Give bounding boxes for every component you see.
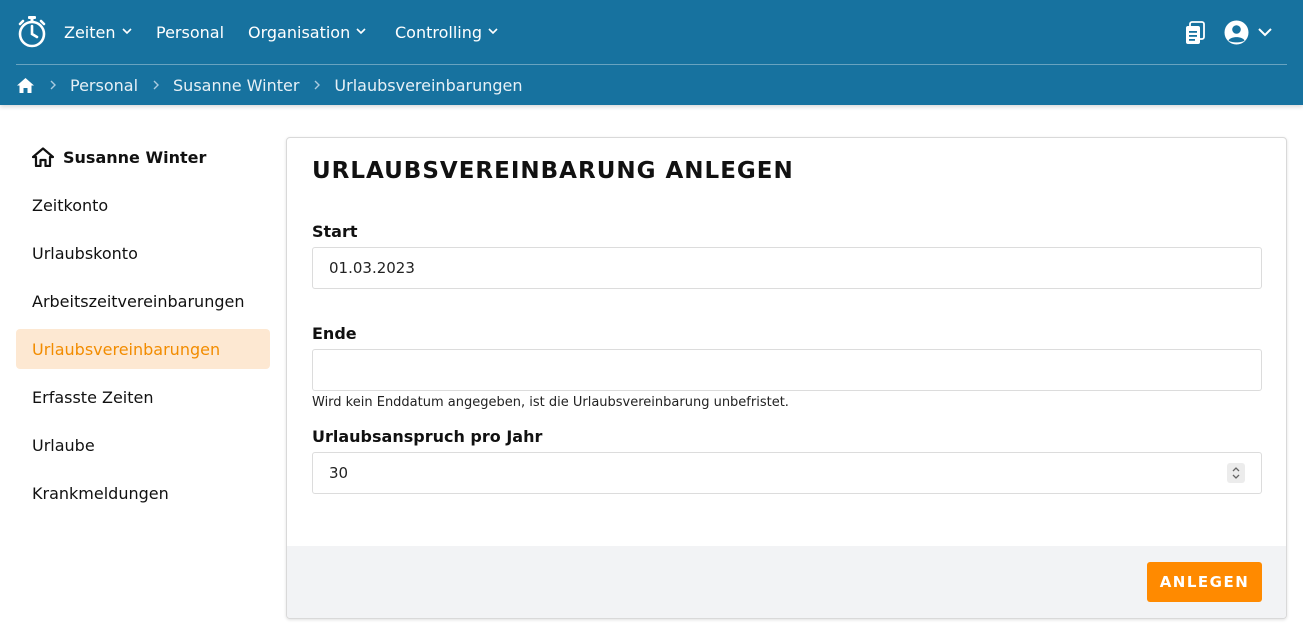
breadcrumb-current[interactable]: Urlaubsvereinbarungen	[334, 76, 522, 95]
header-divider	[16, 64, 1287, 65]
sidebar-person-header[interactable]: Susanne Winter	[32, 147, 206, 167]
ende-label: Ende	[312, 324, 357, 343]
top-header: Zeiten Personal Organisation Controlling	[0, 0, 1303, 105]
breadcrumb-person[interactable]: Susanne Winter	[173, 76, 299, 95]
anlegen-button[interactable]: ANLEGEN	[1147, 562, 1262, 602]
main-nav: Zeiten Personal Organisation Controlling	[0, 0, 1303, 64]
sidebar-person-name: Susanne Winter	[63, 147, 207, 167]
nav-zeiten[interactable]: Zeiten	[64, 21, 132, 43]
nav-organisation[interactable]: Organisation	[248, 21, 366, 43]
start-date-input[interactable]	[312, 247, 1262, 289]
nav-personal-label: Personal	[156, 22, 225, 42]
user-circle-icon	[1224, 20, 1249, 44]
breadcrumb: Personal Susanne Winter Urlaubsvereinbar…	[16, 74, 523, 96]
chevron-down-icon	[356, 27, 366, 34]
breadcrumb-personal[interactable]: Personal	[70, 76, 138, 95]
chevron-down-icon	[1258, 28, 1272, 37]
nav-controlling[interactable]: Controlling	[395, 21, 498, 43]
sidebar-item-krankmeldungen[interactable]: Krankmeldungen	[16, 473, 270, 513]
page-title: URLAUBSVEREINBARUNG ANLEGEN	[312, 158, 794, 184]
home-icon[interactable]	[16, 77, 35, 94]
sidebar-item-zeitkonto[interactable]: Zeitkonto	[16, 185, 270, 225]
sidebar-item-erfasste-zeiten[interactable]: Erfasste Zeiten	[16, 377, 270, 417]
sidebar-item-urlaubskonto[interactable]: Urlaubskonto	[16, 233, 270, 273]
sidebar-item-urlaube[interactable]: Urlaube	[16, 425, 270, 465]
user-menu-button[interactable]	[1224, 19, 1273, 45]
urlaubsanspruch-input[interactable]	[312, 452, 1262, 494]
chevron-right-icon	[314, 80, 321, 90]
clipboard-icon[interactable]	[1184, 21, 1206, 45]
sidebar-item-urlaubsvereinbarungen[interactable]: Urlaubsvereinbarungen	[16, 329, 270, 369]
chevron-down-icon	[488, 27, 498, 34]
number-stepper[interactable]	[1227, 463, 1245, 483]
sidebar-item-arbeitszeitvereinbarungen[interactable]: Arbeitszeitvereinbarungen	[16, 281, 270, 321]
chevron-down-icon	[121, 27, 132, 34]
nav-controlling-label: Controlling	[395, 22, 483, 42]
nav-personal[interactable]: Personal	[156, 21, 224, 43]
nav-organisation-label: Organisation	[248, 22, 351, 42]
form-footer: ANLEGEN	[287, 546, 1286, 618]
start-label: Start	[312, 222, 358, 241]
urlaubsanspruch-label: Urlaubsanspruch pro Jahr	[312, 427, 543, 446]
form-card: URLAUBSVEREINBARUNG ANLEGEN Start Ende W…	[286, 137, 1287, 619]
end-date-hint: Wird kein Enddatum angegeben, ist die Ur…	[312, 395, 789, 410]
chevron-right-icon	[153, 80, 160, 90]
end-date-input[interactable]	[312, 349, 1262, 391]
home-icon	[32, 147, 54, 167]
chevron-right-icon	[50, 80, 56, 90]
stopwatch-logo-icon[interactable]	[17, 15, 47, 48]
nav-zeiten-label: Zeiten	[64, 22, 116, 42]
stepper-arrows-icon	[1232, 467, 1240, 479]
